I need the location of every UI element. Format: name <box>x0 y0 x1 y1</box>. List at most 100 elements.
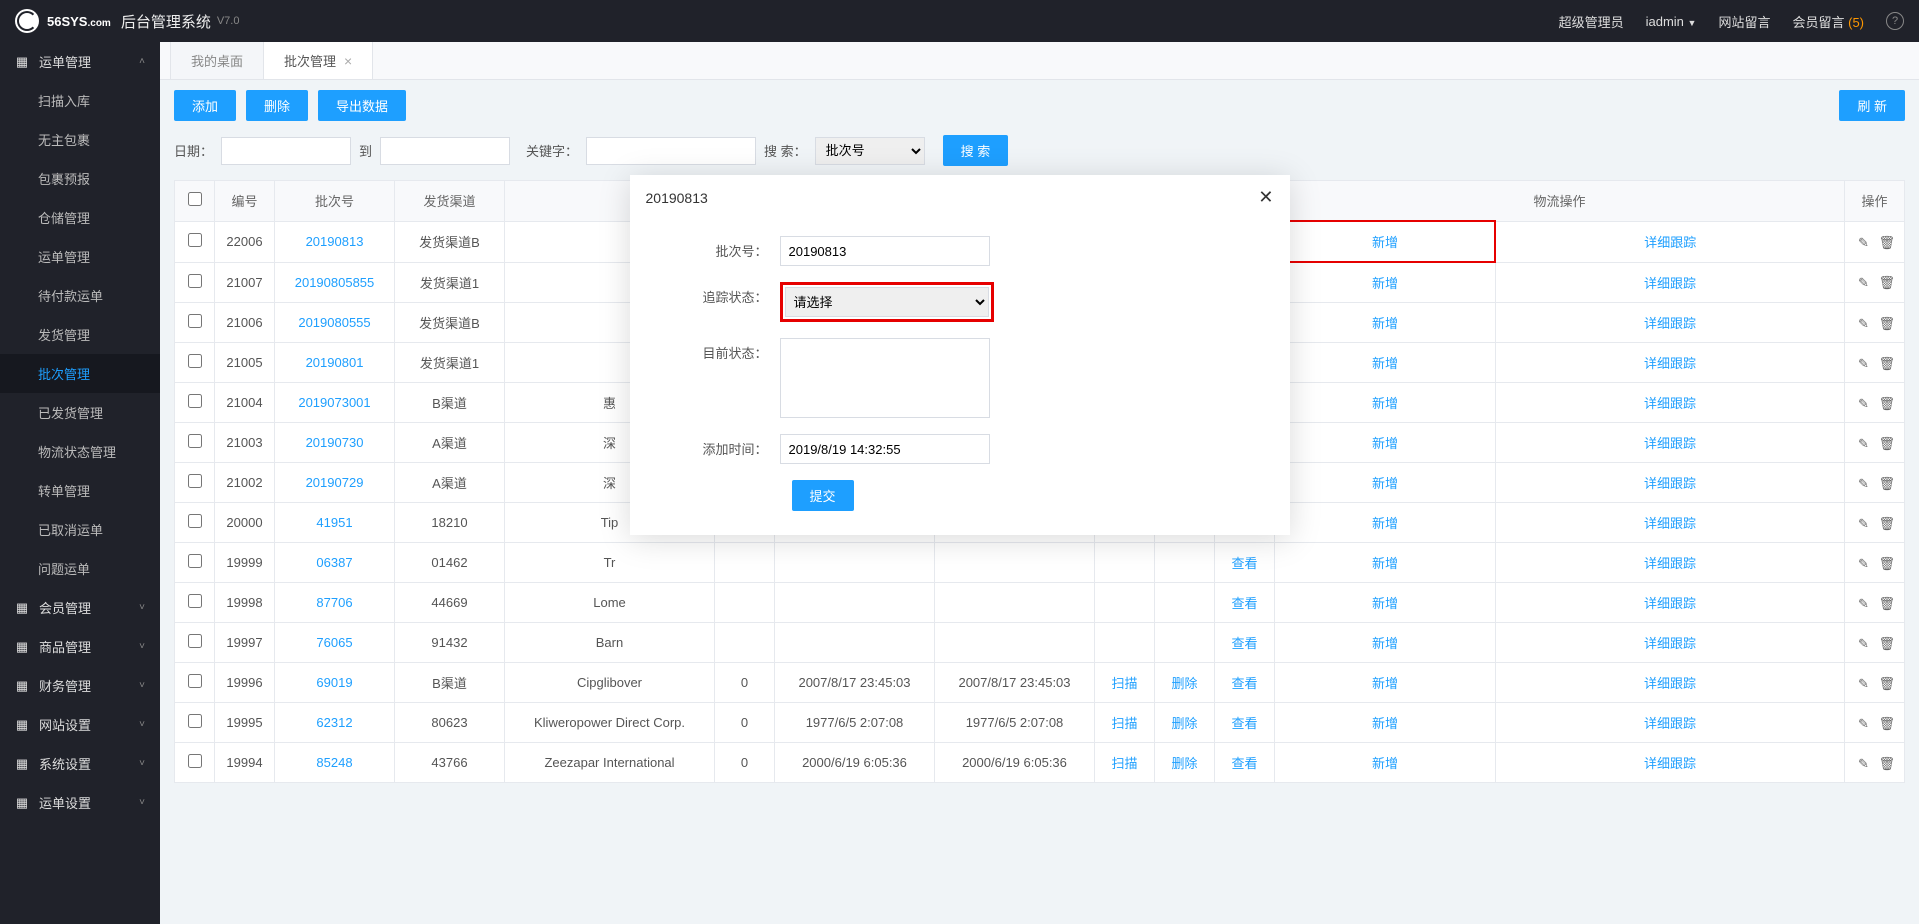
view-link[interactable]: 查看 <box>1231 756 1257 771</box>
add-track-link[interactable]: 新增 <box>1372 235 1398 250</box>
search-field-select[interactable]: 批次号 <box>815 137 925 165</box>
view-link[interactable]: 查看 <box>1231 676 1257 691</box>
detail-track-link[interactable]: 详细跟踪 <box>1644 596 1696 611</box>
batch-input[interactable] <box>780 236 990 266</box>
sidebar-item-仓储管理[interactable]: 仓储管理 <box>0 198 160 237</box>
edit-icon[interactable]: ✎ <box>1857 516 1871 530</box>
add-track-link[interactable]: 新增 <box>1372 396 1398 411</box>
detail-track-link[interactable]: 详细跟踪 <box>1644 235 1696 250</box>
trash-icon[interactable]: 🗑 <box>1879 636 1893 650</box>
row-checkbox[interactable] <box>188 634 202 648</box>
batch-link[interactable]: 06387 <box>316 555 352 570</box>
detail-track-link[interactable]: 详细跟踪 <box>1644 556 1696 571</box>
edit-icon[interactable]: ✎ <box>1857 396 1871 410</box>
scan-link[interactable]: 扫描 <box>1111 756 1137 771</box>
delete-button[interactable]: 删除 <box>246 90 308 121</box>
edit-icon[interactable]: ✎ <box>1857 476 1871 490</box>
menu-group-会员管理[interactable]: ▦会员管理˅ <box>0 588 160 627</box>
edit-icon[interactable]: ✎ <box>1857 436 1871 450</box>
detail-track-link[interactable]: 详细跟踪 <box>1644 476 1696 491</box>
add-button[interactable]: 添加 <box>174 90 236 121</box>
trash-icon[interactable]: 🗑 <box>1879 356 1893 370</box>
sidebar-item-运单管理[interactable]: 运单管理 <box>0 237 160 276</box>
export-button[interactable]: 导出数据 <box>318 90 406 121</box>
add-track-link[interactable]: 新增 <box>1372 476 1398 491</box>
detail-track-link[interactable]: 详细跟踪 <box>1644 756 1696 771</box>
trash-icon[interactable]: 🗑 <box>1879 596 1893 610</box>
trash-icon[interactable]: 🗑 <box>1879 756 1893 770</box>
trash-icon[interactable]: 🗑 <box>1879 676 1893 690</box>
sidebar-item-已发货管理[interactable]: 已发货管理 <box>0 393 160 432</box>
sidebar-item-问题运单[interactable]: 问题运单 <box>0 549 160 588</box>
view-link[interactable]: 查看 <box>1231 636 1257 651</box>
edit-icon[interactable]: ✎ <box>1857 556 1871 570</box>
trash-icon[interactable]: 🗑 <box>1879 716 1893 730</box>
current-status-textarea[interactable] <box>780 338 990 418</box>
date-from-input[interactable] <box>221 137 351 165</box>
user-dropdown[interactable]: iadmin ▼ <box>1646 14 1697 29</box>
batch-link[interactable]: 41951 <box>316 515 352 530</box>
batch-link[interactable]: 87706 <box>316 595 352 610</box>
view-link[interactable]: 查看 <box>1231 716 1257 731</box>
batch-link[interactable]: 62312 <box>316 715 352 730</box>
row-checkbox[interactable] <box>188 394 202 408</box>
trash-icon[interactable]: 🗑 <box>1879 436 1893 450</box>
row-delete-link[interactable]: 删除 <box>1171 716 1197 731</box>
sidebar-item-转单管理[interactable]: 转单管理 <box>0 471 160 510</box>
tab-我的桌面[interactable]: 我的桌面 <box>170 42 264 79</box>
menu-group-运单设置[interactable]: ▦运单设置˅ <box>0 783 160 822</box>
add-track-link[interactable]: 新增 <box>1372 276 1398 291</box>
row-checkbox[interactable] <box>188 354 202 368</box>
edit-icon[interactable]: ✎ <box>1857 316 1871 330</box>
edit-icon[interactable]: ✎ <box>1857 676 1871 690</box>
batch-link[interactable]: 20190801 <box>306 355 364 370</box>
trash-icon[interactable]: 🗑 <box>1879 275 1893 289</box>
batch-link[interactable]: 20190730 <box>306 435 364 450</box>
edit-icon[interactable]: ✎ <box>1857 756 1871 770</box>
row-checkbox[interactable] <box>188 474 202 488</box>
sidebar-item-待付款运单[interactable]: 待付款运单 <box>0 276 160 315</box>
row-checkbox[interactable] <box>188 674 202 688</box>
member-message-link[interactable]: 会员留言 (5) <box>1792 12 1864 31</box>
row-checkbox[interactable] <box>188 554 202 568</box>
trash-icon[interactable]: 🗑 <box>1879 556 1893 570</box>
detail-track-link[interactable]: 详细跟踪 <box>1644 716 1696 731</box>
row-checkbox[interactable] <box>188 314 202 328</box>
trash-icon[interactable]: 🗑 <box>1879 476 1893 490</box>
sidebar-item-已取消运单[interactable]: 已取消运单 <box>0 510 160 549</box>
row-checkbox[interactable] <box>188 594 202 608</box>
site-message-link[interactable]: 网站留言 <box>1718 12 1770 31</box>
add-track-link[interactable]: 新增 <box>1372 596 1398 611</box>
sidebar-item-无主包裹[interactable]: 无主包裹 <box>0 120 160 159</box>
menu-group-网站设置[interactable]: ▦网站设置˅ <box>0 705 160 744</box>
row-checkbox[interactable] <box>188 434 202 448</box>
sidebar-item-物流状态管理[interactable]: 物流状态管理 <box>0 432 160 471</box>
submit-button[interactable]: 提交 <box>792 480 854 511</box>
add-track-link[interactable]: 新增 <box>1372 716 1398 731</box>
menu-group-商品管理[interactable]: ▦商品管理˅ <box>0 627 160 666</box>
view-link[interactable]: 查看 <box>1231 556 1257 571</box>
add-track-link[interactable]: 新增 <box>1372 356 1398 371</box>
batch-link[interactable]: 76065 <box>316 635 352 650</box>
track-status-select[interactable]: 请选择 <box>785 287 989 317</box>
edit-icon[interactable]: ✎ <box>1857 235 1871 249</box>
batch-link[interactable]: 20190813 <box>306 234 364 249</box>
add-track-link[interactable]: 新增 <box>1372 516 1398 531</box>
edit-icon[interactable]: ✎ <box>1857 636 1871 650</box>
detail-track-link[interactable]: 详细跟踪 <box>1644 356 1696 371</box>
refresh-button[interactable]: 刷 新 <box>1839 90 1905 121</box>
scan-link[interactable]: 扫描 <box>1111 716 1137 731</box>
detail-track-link[interactable]: 详细跟踪 <box>1644 316 1696 331</box>
sidebar-item-发货管理[interactable]: 发货管理 <box>0 315 160 354</box>
edit-icon[interactable]: ✎ <box>1857 716 1871 730</box>
batch-link[interactable]: 85248 <box>316 755 352 770</box>
menu-group-运单管理[interactable]: ▦运单管理˄ <box>0 42 160 81</box>
batch-link[interactable]: 20190729 <box>306 475 364 490</box>
row-checkbox[interactable] <box>188 514 202 528</box>
add-track-link[interactable]: 新增 <box>1372 756 1398 771</box>
close-icon[interactable]: × <box>344 53 352 69</box>
edit-icon[interactable]: ✎ <box>1857 356 1871 370</box>
detail-track-link[interactable]: 详细跟踪 <box>1644 276 1696 291</box>
sidebar-item-批次管理[interactable]: 批次管理 <box>0 354 160 393</box>
trash-icon[interactable]: 🗑 <box>1879 316 1893 330</box>
